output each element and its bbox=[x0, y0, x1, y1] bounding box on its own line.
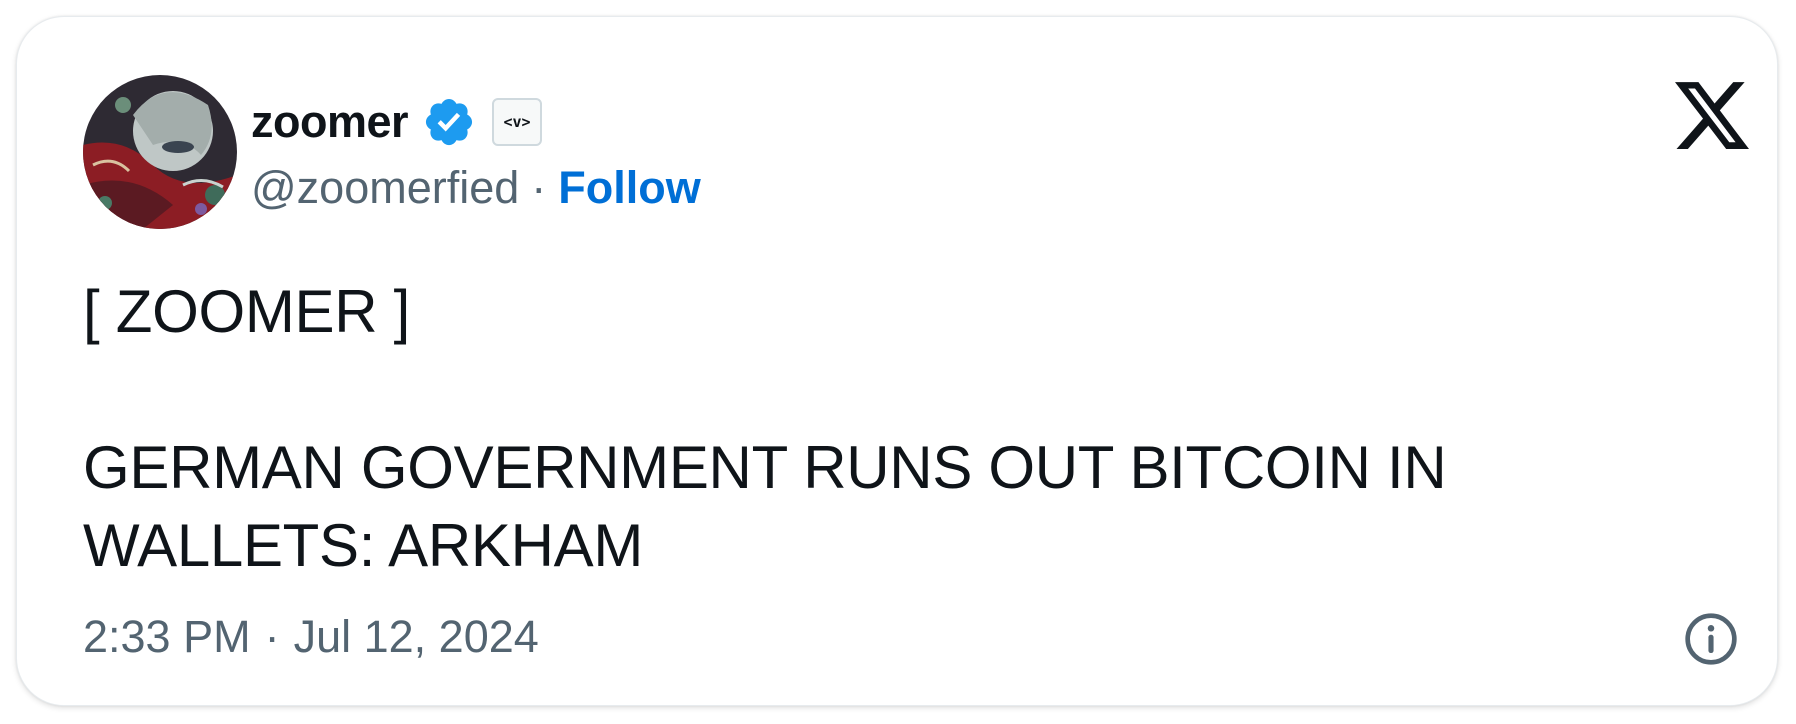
tweet-text-line: [ ZOOMER ] bbox=[83, 278, 411, 345]
affiliate-badge[interactable]: <v> bbox=[492, 98, 543, 146]
author-handle[interactable]: @zoomerfied bbox=[251, 162, 519, 214]
affiliate-badge-label: <v> bbox=[503, 113, 531, 131]
tweet-date: Jul 12, 2024 bbox=[293, 611, 539, 662]
timestamp-separator: · bbox=[264, 611, 280, 662]
tweet-text-line: GERMAN GOVERNMENT RUNS OUT BITCOIN IN bbox=[83, 434, 1447, 501]
tweet-time: 2:33 PM bbox=[83, 611, 251, 662]
follow-link[interactable]: Follow bbox=[558, 162, 700, 214]
x-logo-icon[interactable] bbox=[1675, 81, 1749, 151]
tweet-text: [ ZOOMER ] GERMAN GOVERNMENT RUNS OUT BI… bbox=[83, 273, 1583, 585]
verified-badge-icon bbox=[425, 98, 473, 146]
avatar[interactable] bbox=[83, 75, 237, 229]
tweet-timestamp[interactable]: 2:33 PM · Jul 12, 2024 bbox=[83, 607, 539, 667]
author-name-row: zoomer <v> bbox=[251, 91, 543, 153]
author-display-name[interactable]: zoomer bbox=[251, 96, 409, 148]
tweet-card[interactable]: zoomer <v> @zoomerfied · Follow [ ZOOMER… bbox=[16, 16, 1778, 706]
tweet-text-line: WALLETS: ARKHAM bbox=[83, 512, 644, 579]
handle-separator: · bbox=[531, 162, 547, 213]
author-handle-row: @zoomerfied · Follow bbox=[251, 157, 701, 219]
info-icon[interactable] bbox=[1683, 611, 1739, 667]
